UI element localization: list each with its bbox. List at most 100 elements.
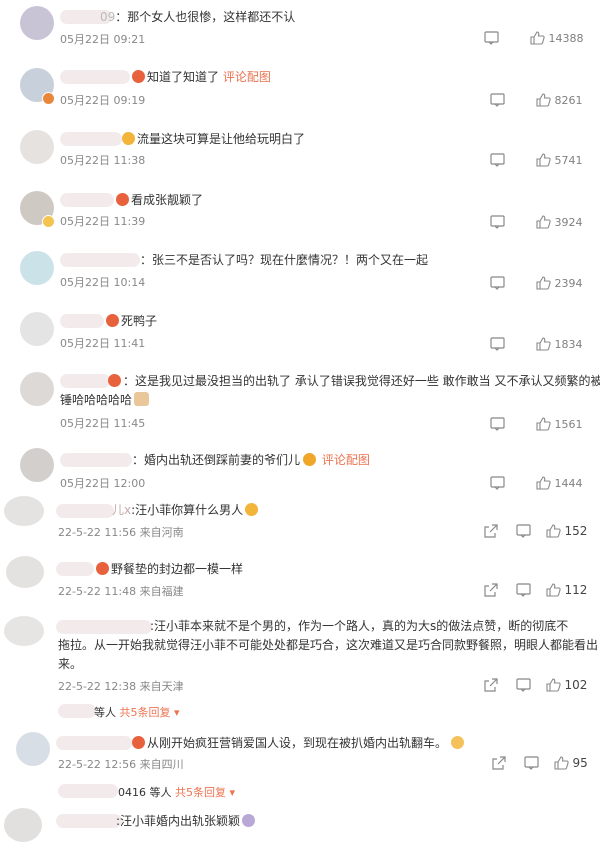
like-button[interactable]: 3924 [536, 215, 583, 229]
comment-button[interactable] [490, 153, 505, 167]
avatar[interactable] [20, 312, 54, 346]
username-blurred[interactable] [60, 314, 104, 328]
comment-icon [524, 756, 539, 770]
username-blurred[interactable] [60, 253, 140, 267]
avatar[interactable] [4, 496, 44, 526]
replies-prefix: 等人 [94, 706, 116, 719]
like-button[interactable]: 14388 [530, 31, 584, 45]
emoji-face-icon [116, 193, 129, 206]
username-blurred[interactable] [60, 453, 132, 467]
comment-text: ：张三不是否认了吗？现在什麼情况？！两个又在一起 [140, 253, 429, 267]
avatar[interactable] [6, 556, 44, 588]
username-blurred[interactable] [60, 132, 122, 146]
comment-item: 流量这块可算是让他给玩明白了 05月22日 11:38 5741 [0, 122, 600, 182]
emoji-face-icon [132, 70, 145, 83]
thumbs-up-icon [536, 153, 551, 167]
comment-button[interactable] [524, 756, 539, 770]
comment-button[interactable] [490, 417, 505, 431]
comment-text: ：这是我见过最没担当的出轨了 承认了错误我觉得还好一些 敢作敢当 又不承认又频繁… [123, 374, 600, 388]
like-button[interactable]: 8261 [536, 93, 583, 107]
comment-image-link[interactable]: 评论配图 [223, 70, 271, 84]
avatar[interactable] [4, 616, 44, 646]
replies-prefix: 0416 等人 [118, 786, 172, 799]
comment-button[interactable] [490, 93, 505, 107]
comment-date: 05月22日 11:38 [60, 154, 146, 167]
comment-button[interactable] [484, 31, 499, 45]
avatar[interactable] [20, 130, 54, 164]
comment-date: 05月22日 09:21 [60, 33, 146, 46]
comment-button[interactable] [516, 524, 531, 538]
like-count: 112 [564, 583, 588, 597]
comment-item: :汪小菲婚内出轨张颖颖 [0, 806, 600, 842]
comment-item: 从刚开始疯狂营销爱国人设，到现在被扒婚内出轨翻车。 22-5-22 12:56 … [0, 726, 600, 780]
like-button[interactable]: 5741 [536, 153, 583, 167]
comment-text: :汪小菲婚内出轨张颖颖 [116, 814, 241, 828]
comment-text: 知道了知道了 [147, 70, 220, 84]
comment-text: 流量这块可算是让他给玩明白了 [137, 132, 306, 146]
comment-text: 野餐垫的封边都一模一样 [111, 562, 244, 576]
avatar[interactable] [20, 448, 54, 482]
emoji-face-icon [106, 314, 119, 327]
emoji-face-icon [451, 736, 465, 749]
comment-date: 22-5-22 11:56 来自河南 [58, 526, 184, 539]
like-count: 3924 [554, 216, 583, 229]
share-button[interactable] [492, 756, 507, 770]
comment-button[interactable] [490, 276, 505, 290]
share-button[interactable] [484, 583, 499, 597]
comment-item: :汪小菲本来就不是个男的，作为一个路人，真的为大s的做法点赞，断的彻底不 拖拉。… [0, 610, 600, 700]
username-blurred[interactable] [56, 620, 152, 634]
comment-date: 05月22日 10:14 [60, 276, 146, 289]
comment-icon [490, 276, 505, 290]
like-button[interactable]: 112 [546, 583, 587, 597]
share-button[interactable] [484, 678, 499, 692]
like-button[interactable]: 95 [554, 756, 588, 770]
comment-text: :汪小菲本来就不是个男的，作为一个路人，真的为大s的做法点赞，断的彻底不 [150, 619, 569, 633]
like-button[interactable]: 1561 [536, 417, 583, 431]
share-button[interactable] [484, 524, 499, 538]
like-button[interactable]: 1444 [536, 476, 583, 490]
comment-text-line3: 来。 [58, 657, 83, 671]
share-icon [484, 678, 498, 692]
comment-button[interactable] [490, 337, 505, 351]
username-blurred[interactable] [60, 374, 110, 388]
comment-icon [516, 524, 531, 538]
comment-image-link[interactable]: 评论配图 [322, 453, 370, 467]
username-blurred[interactable] [60, 193, 114, 207]
thumbs-up-icon [536, 93, 551, 107]
like-count: 102 [564, 678, 588, 692]
view-replies-link[interactable]: 共5条回复 ▾ [175, 786, 235, 799]
username-blurred[interactable] [56, 814, 122, 828]
comment-item: 09：那个女人也很惨，这样都还不认 05月22日 09:21 14388 [0, 0, 600, 56]
comment-icon [490, 93, 505, 107]
like-button[interactable]: 2394 [536, 276, 583, 290]
comment-button[interactable] [490, 476, 505, 490]
like-button[interactable]: 1834 [536, 337, 583, 351]
avatar[interactable] [20, 6, 54, 40]
username-blurred[interactable] [58, 704, 96, 718]
share-icon [492, 756, 506, 770]
thumbs-up-icon [536, 215, 551, 229]
like-count: 95 [572, 756, 588, 770]
username-blurred[interactable] [56, 504, 114, 518]
like-button[interactable]: 102 [546, 678, 587, 692]
verified-badge [42, 92, 55, 105]
thumbs-up-icon [536, 417, 551, 431]
like-button[interactable]: 152 [546, 524, 587, 538]
avatar[interactable] [20, 372, 54, 406]
comment-date: 05月22日 11:45 [60, 417, 146, 430]
username-blurred[interactable] [58, 784, 118, 798]
comment-button[interactable] [516, 583, 531, 597]
avatar[interactable] [4, 808, 42, 842]
username-blurred[interactable] [60, 70, 130, 84]
comment-button[interactable] [516, 678, 531, 692]
comment-date: 05月22日 11:39 [60, 215, 146, 228]
avatar[interactable] [20, 251, 54, 285]
view-replies-link[interactable]: 共5条回复 ▾ [120, 706, 180, 719]
emoji-face-icon [122, 132, 135, 145]
avatar[interactable] [16, 732, 50, 766]
username-blurred[interactable] [56, 736, 132, 750]
comment-text: ：婚内出轨还倒踩前妻的爷们儿 [132, 453, 301, 467]
thumbs-up-icon [546, 678, 561, 692]
username-blurred[interactable] [56, 562, 94, 576]
comment-button[interactable] [490, 215, 505, 229]
